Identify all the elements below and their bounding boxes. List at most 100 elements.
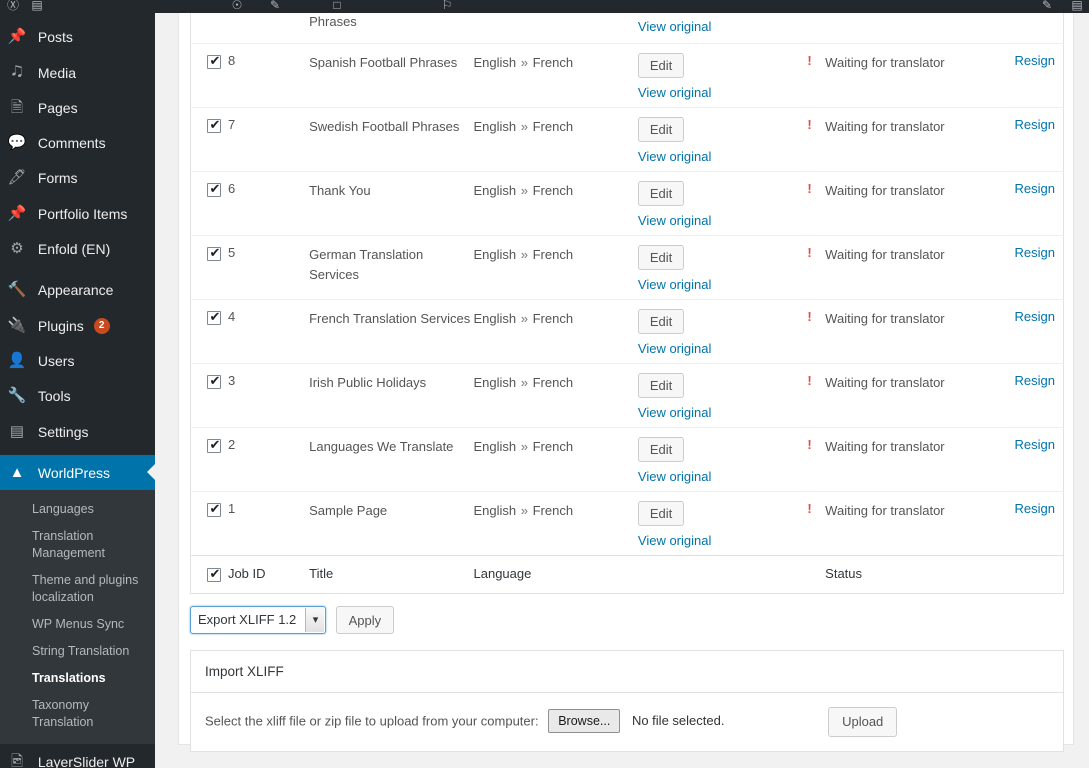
submenu-item-theme-and-plugins-localization[interactable]: Theme and plugins localization xyxy=(0,567,155,611)
pencil-icon[interactable]: ✎ xyxy=(268,0,282,13)
row-select-checkbox[interactable] xyxy=(207,501,222,517)
language-arrow-icon: » xyxy=(517,502,532,518)
resign-link[interactable]: Resign xyxy=(1015,117,1055,132)
status-text: Waiting for translator xyxy=(825,310,945,326)
language-to: French xyxy=(532,502,574,518)
row-resign: Resign xyxy=(996,426,1064,491)
submenu-item-wp-menus-sync[interactable]: WP Menus Sync xyxy=(0,611,155,638)
apply-button[interactable]: Apply xyxy=(335,605,395,634)
view-original-link[interactable]: View original xyxy=(638,213,794,228)
view-original-link[interactable]: View original xyxy=(638,469,794,484)
row-checkbox-cell xyxy=(190,42,228,107)
bulk-actions-bar: Export XLIFF 1.2 Apply xyxy=(190,605,1064,636)
sidebar-item-media[interactable]: 🎝 Media xyxy=(0,54,155,89)
sidebar-item-users[interactable]: 👤 Users xyxy=(0,343,155,378)
row-select-checkbox[interactable] xyxy=(207,117,222,133)
sidebar-item-label: WorldPress xyxy=(37,464,110,481)
dashboard-icon[interactable]: ▤ xyxy=(30,0,44,13)
view-original-link[interactable]: View original xyxy=(638,533,794,548)
sidebar-item-settings[interactable]: ▤ Settings xyxy=(0,413,155,448)
language-pair: English » French xyxy=(474,119,574,134)
row-status: Waiting for translator xyxy=(825,106,997,171)
sidebar-item-forms[interactable]: 🖋 Forms xyxy=(0,160,155,195)
import-xliff-panel: Import XLIFF Select the xliff file or zi… xyxy=(190,649,1064,752)
sidebar-item-plugins[interactable]: 🔌 Plugins 2 xyxy=(0,307,155,342)
column-header-language[interactable]: Language xyxy=(473,554,638,593)
edit-button[interactable]: Edit xyxy=(637,180,685,206)
edit-button[interactable]: Edit xyxy=(637,116,685,142)
table-row: Phrases View original xyxy=(191,13,1064,43)
resign-link[interactable]: Resign xyxy=(1015,501,1055,516)
sidebar-item-appearance[interactable]: 🔨 Appearance xyxy=(0,272,155,307)
table-row: 7 Swedish Football Phrases English » Fre… xyxy=(190,106,1064,171)
status-text: Waiting for translator xyxy=(825,374,945,390)
upload-button[interactable]: Upload xyxy=(828,706,898,737)
sidebar-item-posts[interactable]: 📌 Posts xyxy=(0,19,155,54)
resign-link[interactable]: Resign xyxy=(1015,181,1055,196)
row-select-checkbox[interactable] xyxy=(207,181,222,197)
select-all-checkbox[interactable] xyxy=(207,566,222,582)
wp-logo-icon[interactable]: Ⓧ xyxy=(6,0,20,13)
edit-button[interactable]: Edit xyxy=(637,436,685,462)
status-text: Waiting for translator xyxy=(825,502,945,518)
comment-icon[interactable]: ☉ xyxy=(230,0,244,13)
resign-link[interactable]: Resign xyxy=(1015,53,1055,68)
sidebar-item-tools[interactable]: 🔧 Tools xyxy=(0,378,155,413)
edit-button[interactable]: Edit xyxy=(637,308,685,334)
language-from: English xyxy=(473,310,517,326)
view-original-link[interactable]: View original xyxy=(638,19,794,34)
row-job-id: 4 xyxy=(227,298,310,363)
submenu-item-string-translation[interactable]: String Translation xyxy=(0,638,155,665)
view-original-link[interactable]: View original xyxy=(638,341,794,356)
row-select-checkbox[interactable] xyxy=(207,437,222,453)
resign-link[interactable]: Resign xyxy=(1015,373,1055,388)
eye-icon[interactable]: □ xyxy=(330,0,344,13)
exclamation-icon: ! xyxy=(807,436,812,452)
exclamation-icon: ! xyxy=(807,372,812,388)
view-original-link[interactable]: View original xyxy=(638,85,794,100)
submenu-item-translations[interactable]: Translations xyxy=(0,665,155,692)
bulk-action-select-wrapper[interactable]: Export XLIFF 1.2 xyxy=(190,605,326,634)
view-original-link[interactable]: View original xyxy=(638,149,794,164)
view-original-link[interactable]: View original xyxy=(638,405,794,420)
edit-button[interactable]: Edit xyxy=(637,244,685,270)
sidebar-item-portfolio-items[interactable]: 📌 Portfolio Items xyxy=(0,195,155,230)
row-select-checkbox[interactable] xyxy=(207,245,222,261)
row-select-checkbox[interactable] xyxy=(207,373,222,389)
resign-link[interactable]: Resign xyxy=(1015,245,1055,260)
row-actions: Edit View original xyxy=(637,42,794,107)
view-original-link[interactable]: View original xyxy=(638,277,794,292)
edit-button[interactable]: Edit xyxy=(637,500,685,526)
submenu-item-taxonomy-translation[interactable]: Taxonomy Translation xyxy=(0,692,155,736)
user-icon[interactable]: ✎ xyxy=(1040,0,1054,13)
column-header-title[interactable]: Title xyxy=(309,554,474,593)
sidebar-item-layerslider-wp[interactable]: 🖻 LayerSlider WP xyxy=(0,744,155,768)
language-pair: English » French xyxy=(474,311,574,326)
sidebar-item-comments[interactable]: 💬 Comments xyxy=(0,125,155,160)
sidebar-item-pages[interactable]: 🗎 Pages xyxy=(0,90,155,125)
language-pair: English » French xyxy=(474,247,574,262)
table-row: 4 French Translation Services English » … xyxy=(190,298,1064,363)
language-pair: English » French xyxy=(474,55,574,70)
row-select-checkbox[interactable] xyxy=(207,53,222,69)
row-job-id: 7 xyxy=(227,106,310,171)
bulk-action-select[interactable]: Export XLIFF 1.2 xyxy=(191,606,325,633)
browse-button[interactable]: Browse... xyxy=(548,708,621,733)
flag-icon[interactable]: ⚐ xyxy=(440,0,454,13)
edit-button[interactable]: Edit xyxy=(637,372,685,398)
submenu-item-languages[interactable]: Languages xyxy=(0,496,155,523)
sidebar-item-label: LayerSlider WP xyxy=(37,754,136,768)
column-header-status[interactable]: Status xyxy=(825,554,997,593)
sidebar-item-enfold[interactable]: ⚙ Enfold (EN) xyxy=(0,231,155,266)
row-checkbox-cell xyxy=(190,362,228,427)
sidebar-item-worldpress[interactable]: ▲ WorldPress xyxy=(0,454,155,490)
submenu-item-translation-management[interactable]: Translation Management xyxy=(0,523,155,567)
row-language: English » French xyxy=(473,170,638,235)
edit-button[interactable]: Edit xyxy=(637,52,685,78)
job-title: Spanish Football Phrases xyxy=(309,54,458,70)
resign-link[interactable]: Resign xyxy=(1015,437,1055,452)
row-select-checkbox[interactable] xyxy=(207,309,222,325)
resign-link[interactable]: Resign xyxy=(1015,309,1055,324)
column-header-job-id[interactable]: Job ID xyxy=(227,554,310,593)
grid-icon[interactable]: ▤ xyxy=(1070,0,1084,13)
